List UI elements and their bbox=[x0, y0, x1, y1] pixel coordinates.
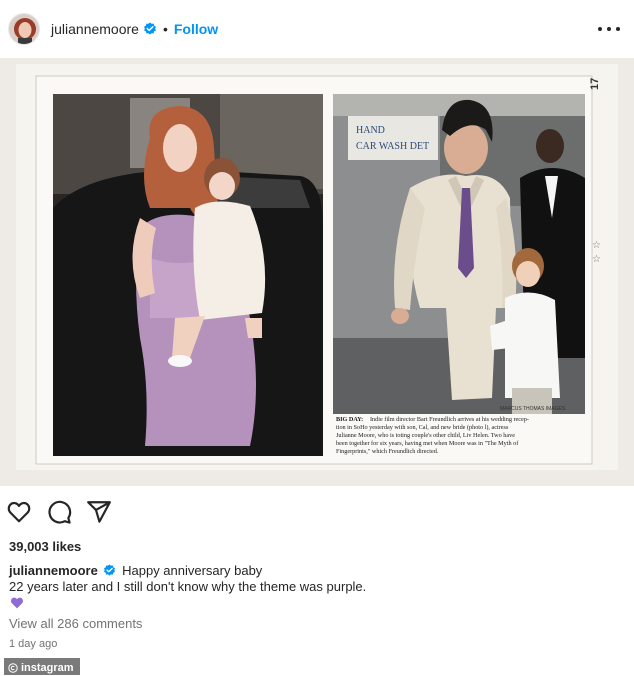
right-photo: HAND CAR WASH DET MARCUS THOMAS IMAGES B… bbox=[333, 94, 585, 456]
likes-count[interactable]: 39,003 likes bbox=[9, 539, 81, 554]
clipping-caption-lead: BIG DAY: bbox=[336, 416, 363, 423]
verified-badge-icon bbox=[144, 22, 156, 35]
copyright-icon bbox=[8, 662, 18, 673]
star-mark-icon: ☆ bbox=[592, 254, 601, 265]
header-separator: • bbox=[162, 21, 168, 37]
storefront-sign-text: HAND bbox=[356, 125, 385, 136]
header-username[interactable]: juliannemoore bbox=[51, 21, 139, 37]
avatar-image bbox=[9, 14, 39, 44]
caption-line-2: 22 years later and I still don't know wh… bbox=[9, 579, 367, 594]
clipping-caption-line: Indie film director Bart Freundlich arri… bbox=[370, 416, 529, 423]
page-number: 17 bbox=[589, 78, 601, 90]
avatar[interactable] bbox=[8, 13, 40, 45]
purple-heart-emoji-icon bbox=[11, 597, 23, 609]
post-actions bbox=[6, 498, 112, 526]
more-options-icon[interactable] bbox=[598, 20, 620, 38]
clipping-caption-line: been together for six years, having met … bbox=[336, 440, 519, 447]
clipping-caption-line: tion in SoHo yesterday with son, Cal, an… bbox=[336, 424, 509, 431]
clipping-caption-line: Fingerprints," which Freundlich directed… bbox=[336, 448, 439, 455]
watermark-text: instagram bbox=[21, 661, 74, 674]
caption-text: Happy anniversary baby bbox=[122, 563, 263, 578]
comment-icon[interactable] bbox=[46, 499, 72, 525]
storefront-sign-text: CAR WASH DET bbox=[356, 141, 429, 152]
clipping-caption-line: Julianne Moore, who is toting couple's o… bbox=[336, 432, 515, 439]
verified-badge-icon bbox=[104, 564, 116, 576]
heart-icon[interactable] bbox=[6, 499, 32, 525]
caption-line-1: juliannemoore Happy anniversary baby bbox=[9, 563, 262, 578]
view-all-comments-link[interactable]: View all 286 comments bbox=[9, 616, 142, 631]
newspaper-clipping-image: 17 ☆ ☆ HAND CAR WASH DET MARCUS THOMAS I… bbox=[0, 58, 634, 486]
follow-button[interactable]: Follow bbox=[174, 21, 218, 37]
caption-username[interactable]: juliannemoore bbox=[9, 563, 98, 578]
photo-credit: MARCUS THOMAS IMAGES bbox=[500, 406, 566, 412]
post-header: juliannemoore • Follow bbox=[0, 0, 634, 58]
instagram-watermark: instagram bbox=[4, 658, 80, 675]
star-mark-icon: ☆ bbox=[592, 240, 601, 251]
post-timestamp: 1 day ago bbox=[9, 638, 58, 650]
post-image[interactable]: 17 ☆ ☆ HAND CAR WASH DET MARCUS THOMAS I… bbox=[0, 58, 634, 486]
share-icon[interactable] bbox=[86, 499, 112, 525]
left-photo bbox=[53, 94, 323, 456]
